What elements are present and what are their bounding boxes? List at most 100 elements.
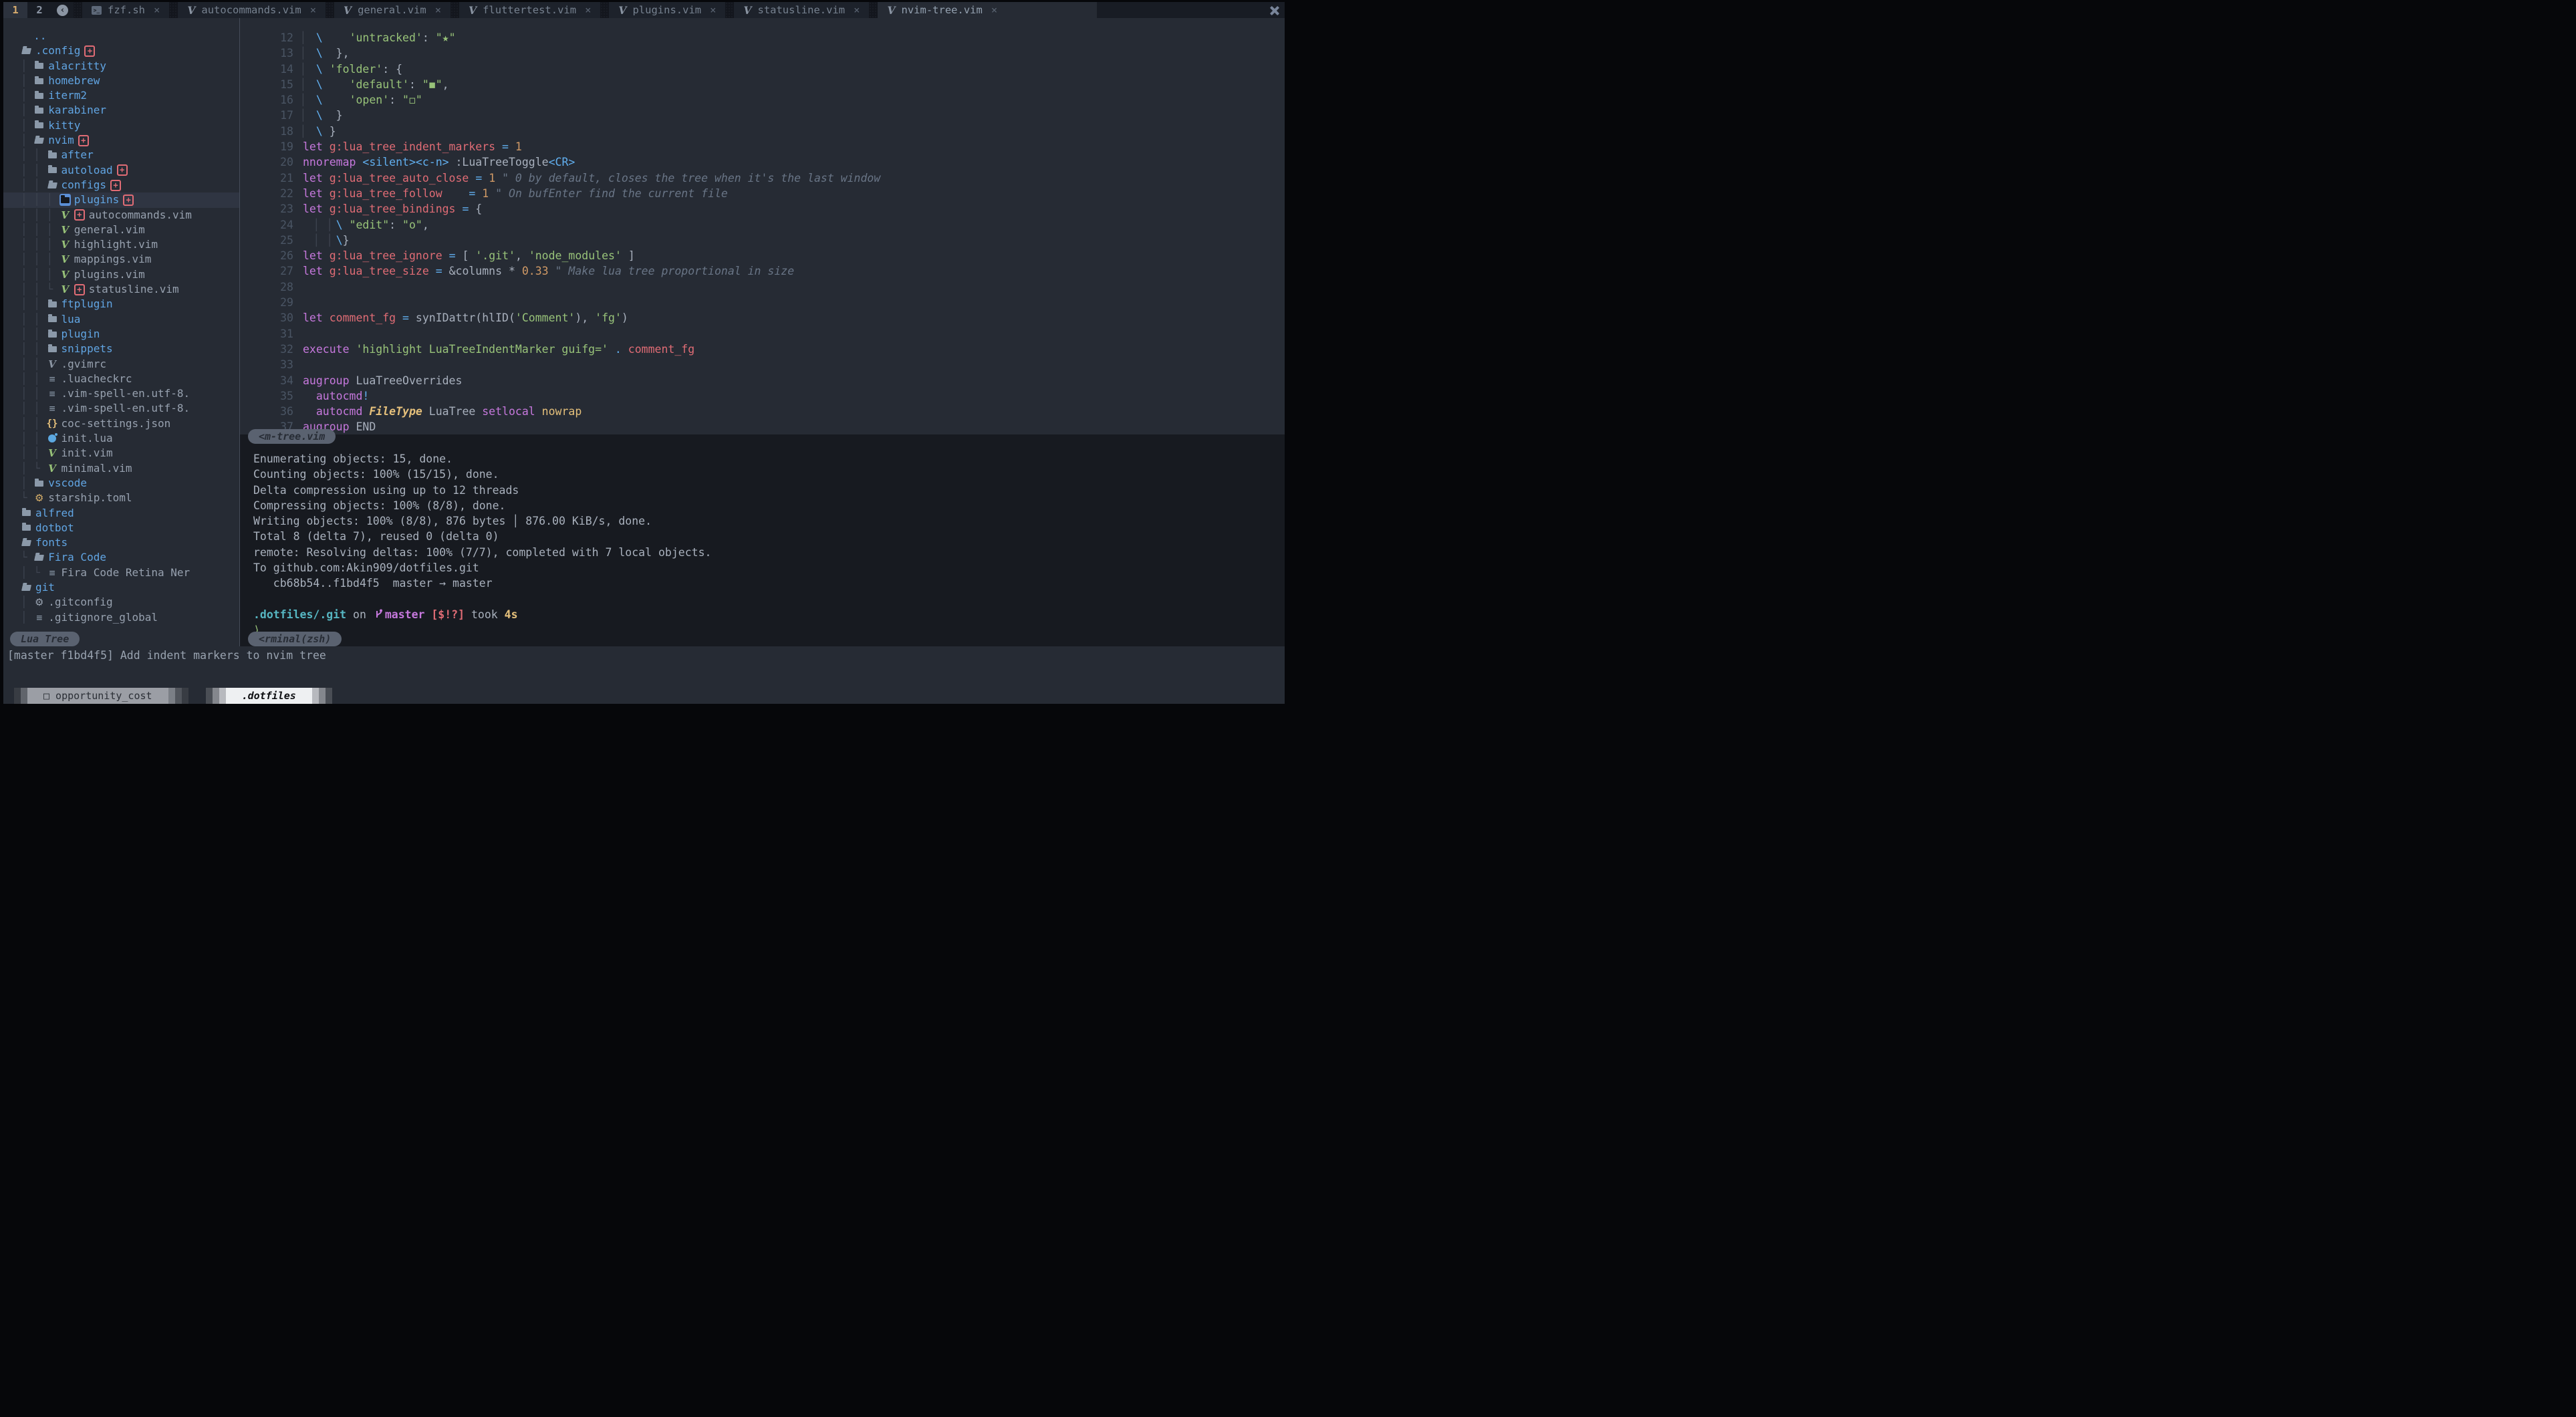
tab-statusline.vim[interactable]: Vstatusline.vim× [734, 2, 869, 18]
tree-row-highlight.vim[interactable]: │ │ │ Vhighlight.vim [3, 237, 239, 252]
tmux-window-dotfiles[interactable]: .dotfiles [206, 688, 332, 704]
tree-row-git[interactable]: git [3, 580, 239, 595]
tree-row-plugin[interactable]: │ │ plugin [3, 327, 239, 342]
tree-row-iterm2[interactable]: │ iterm2 [3, 88, 239, 103]
tree-item-label: .luacheckrc [61, 372, 132, 386]
tree-item-label: fonts [35, 535, 68, 550]
tmux-window-opportunity_cost[interactable]: □ opportunity_cost [14, 688, 188, 704]
tree-row-fonts[interactable]: fonts [3, 535, 239, 550]
tree-row-.luacheckrc[interactable]: │ │ ≡.luacheckrc [3, 372, 239, 386]
tab-close-icon[interactable]: × [310, 4, 316, 16]
tmux-window-number-2[interactable]: 2 [27, 2, 51, 18]
vim-icon: V [743, 4, 751, 17]
code-text: let g:lua_tree_size = &columns * 0.33 " … [303, 263, 794, 279]
folder-icon [33, 63, 45, 69]
tree-row-alacritty[interactable]: │ alacritty [3, 59, 239, 74]
indent-guide: │ │ [21, 312, 47, 327]
tab-nvim-tree.vim[interactable]: Vnvim-tree.vim× [878, 2, 1097, 18]
history-back-icon[interactable]: ‹ [57, 5, 68, 16]
tab-close-icon[interactable]: × [585, 4, 591, 16]
tab-plugins.vim[interactable]: Vplugins.vim× [609, 2, 725, 18]
tree-row-homebrew[interactable]: │ homebrew [3, 74, 239, 88]
indent-guide: │ │ [21, 148, 47, 162]
tab-close-icon[interactable]: × [154, 4, 160, 16]
tree-row-..[interactable]: .. [3, 29, 239, 43]
tree-row-autoload[interactable]: │ │ autoload+ [3, 163, 239, 178]
file-tree-pane[interactable]: ...config+│ alacritty│ homebrew│ iterm2│… [3, 18, 240, 646]
gear-icon: ⚙ [33, 491, 45, 505]
gradient-block [14, 688, 21, 704]
tree-row-kitty[interactable]: │ kitty [3, 118, 239, 133]
tab-fzf.sh[interactable]: >_fzf.sh× [82, 2, 169, 18]
tree-row-minimal.vim[interactable]: │ └ Vminimal.vim [3, 461, 239, 476]
editor-line: 31 [240, 326, 1285, 342]
tree-row-mappings.vim[interactable]: │ │ │ Vmappings.vim [3, 252, 239, 267]
tree-row-.gitignore_global[interactable]: │ ≡.gitignore_global [3, 610, 239, 625]
folder-icon [47, 346, 58, 352]
tab-close-icon[interactable]: × [435, 4, 441, 16]
tree-row-plugins[interactable]: │ │ │ plugins+ [3, 192, 239, 207]
terminal-screen: 12 ‹ >_fzf.sh× Vautocommands.vim× Vgeneral.v… [3, 2, 1285, 704]
tab-close-icon[interactable]: × [710, 4, 716, 16]
tree-row-.gvimrc[interactable]: │ │ V.gvimrc [3, 357, 239, 372]
close-icon[interactable] [1265, 2, 1285, 18]
tree-row-configs[interactable]: │ │ configs+ [3, 178, 239, 192]
tree-row-init.lua[interactable]: │ │ init.lua [3, 431, 239, 446]
tab-general.vim[interactable]: Vgeneral.vim× [334, 2, 450, 18]
tree-row-init.vim[interactable]: │ │ Vinit.vim [3, 446, 239, 461]
tree-row-lua[interactable]: │ │ lua [3, 312, 239, 327]
tab-label: plugins.vim [632, 4, 701, 16]
tree-item-label: highlight.vim [74, 237, 158, 252]
code-text: let g:lua_tree_follow = 1 " On bufEnter … [303, 186, 728, 201]
terminal-line: Delta compression using up to 12 threads [253, 483, 1285, 498]
indent-guide: │ │ │ [21, 267, 59, 282]
indent-guide: │ [21, 476, 33, 491]
code-text: ▏ \ 'open': "◻" [303, 92, 422, 108]
tree-row-karabiner[interactable]: │ karabiner [3, 103, 239, 118]
tree-row-.vim-spell-en.utf-8.[interactable]: │ │ ≡.vim-spell-en.utf-8. [3, 386, 239, 401]
tree-row-.vim-spell-en.utf-8.[interactable]: │ │ ≡.vim-spell-en.utf-8. [3, 401, 239, 416]
vim-file-icon: V [47, 461, 58, 476]
tree-row-coc-settings.json[interactable]: │ │ {}coc-settings.json [3, 416, 239, 431]
editor-line: 24 ▏ ▏\ "edit": "o", [240, 217, 1285, 233]
terminal-line: .dotfiles/.git on master [$!?] took 4s [253, 607, 1285, 622]
tree-row-autocommands.vim[interactable]: │ │ │ V+autocommands.vim [3, 208, 239, 223]
folder-icon [47, 167, 58, 173]
tree-row-starship.toml[interactable]: └ ⚙starship.toml [3, 491, 239, 505]
tree-row-snippets[interactable]: │ │ snippets [3, 342, 239, 356]
tree-row-.config[interactable]: .config+ [3, 43, 239, 58]
tree-row-alfred[interactable]: alfred [3, 506, 239, 521]
json-file-icon: {} [47, 416, 58, 431]
editor-line: 14▏ \ 'folder': { [240, 61, 1285, 77]
tree-row-Fira Code[interactable]: └ Fira Code [3, 550, 239, 565]
tree-row-nvim[interactable]: │ nvim+ [3, 133, 239, 148]
tree-row-statusline.vim[interactable]: │ │ └ V+statusline.vim [3, 282, 239, 297]
tree-row-after[interactable]: │ │ after [3, 148, 239, 162]
vim-icon: V [344, 4, 352, 17]
tree-row-ftplugin[interactable]: │ │ ftplugin [3, 297, 239, 311]
text-file-icon: ≡ [33, 610, 45, 625]
folder-icon [47, 301, 58, 307]
indent-guide: │ │ └ [21, 282, 59, 297]
line-number: 27 [240, 263, 303, 279]
tab-close-icon[interactable]: × [991, 4, 997, 16]
editor-line: 16▏ \ 'open': "◻" [240, 92, 1285, 108]
tree-row-Fira Code Retina Ner[interactable]: │ └ ≡Fira Code Retina Ner [3, 565, 239, 580]
tree-row-.gitconfig[interactable]: │ ⚙.gitconfig [3, 595, 239, 610]
terminal-split-pane[interactable]: Enumerating objects: 15, done.Counting o… [240, 434, 1285, 646]
tree-item-label: alfred [35, 506, 74, 521]
line-number: 17 [240, 108, 303, 123]
editor-pane[interactable]: 12▏ \ 'untracked': "★"13▏ \ },14▏ \ 'fol… [240, 18, 1285, 434]
tab-fluttertest.vim[interactable]: Vfluttertest.vim× [459, 2, 600, 18]
tab-close-icon[interactable]: × [854, 4, 860, 16]
tab-autocommands.vim[interactable]: Vautocommands.vim× [178, 2, 326, 18]
tree-row-plugins.vim[interactable]: │ │ │ Vplugins.vim [3, 267, 239, 282]
tree-row-vscode[interactable]: │ vscode [3, 476, 239, 491]
tree-row-general.vim[interactable]: │ │ │ Vgeneral.vim [3, 223, 239, 237]
code-text: let g:lua_tree_auto_close = 1 " 0 by def… [303, 170, 880, 186]
indent-guide: │ [21, 74, 33, 88]
tmux-window-number-1[interactable]: 1 [3, 2, 27, 18]
line-number: 23 [240, 201, 303, 217]
gradient-block [21, 688, 27, 704]
tree-row-dotbot[interactable]: dotbot [3, 521, 239, 535]
